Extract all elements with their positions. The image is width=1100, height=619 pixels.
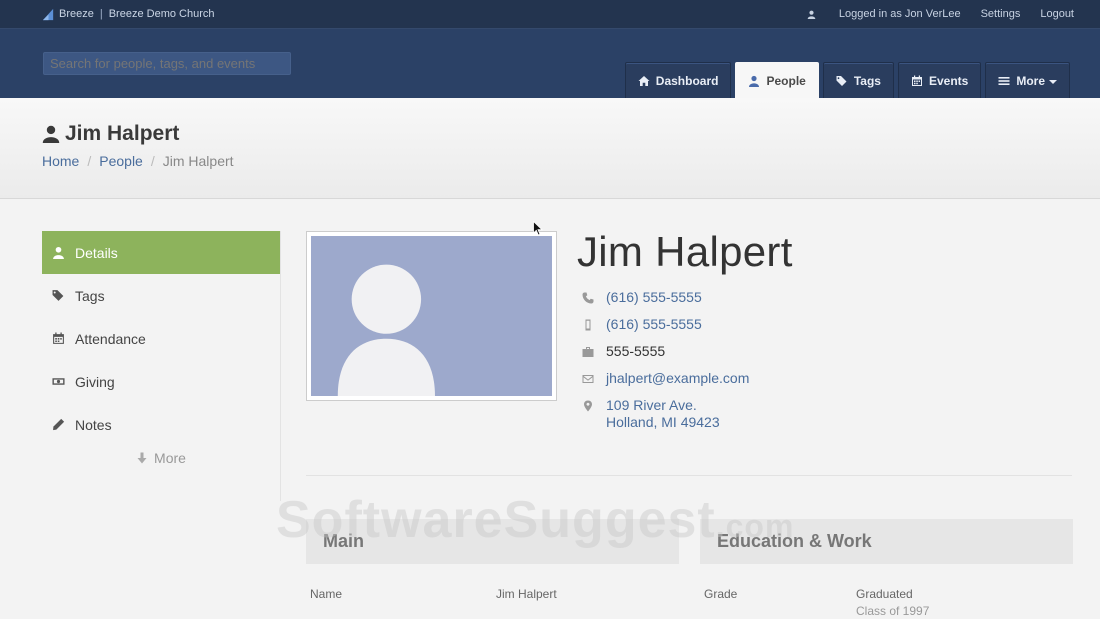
calendar-icon	[911, 75, 922, 86]
tags-icon	[836, 75, 847, 86]
sidebar-more-button[interactable]: More	[42, 450, 280, 466]
user-icon	[749, 75, 760, 87]
arrow-down-icon	[137, 452, 147, 464]
calendar-icon	[53, 332, 64, 344]
user-icon	[53, 246, 64, 259]
field-label: Name	[310, 587, 343, 601]
sidebar-item-notes[interactable]: Notes	[42, 403, 280, 446]
work-phone: 555-5555	[582, 343, 749, 370]
money-icon	[52, 378, 65, 385]
tab-tags-label: Tags	[853, 73, 881, 88]
home-phone-link[interactable]: (616) 555-5555	[606, 289, 702, 305]
brand-separator: |	[99, 8, 103, 20]
search-input[interactable]	[43, 52, 291, 75]
page-title-text: Jim Halpert	[65, 122, 180, 145]
sidebar-divider	[280, 231, 281, 501]
breadcrumb-separator: /	[150, 153, 155, 169]
email: jhalpert@example.com	[582, 370, 749, 397]
contact-info: (616) 555-5555 (616) 555-5555 555-5555 j…	[582, 289, 749, 437]
home-icon	[638, 75, 650, 86]
avatar-placeholder-icon	[311, 236, 552, 396]
watermark-suffix: .com	[715, 508, 795, 544]
tab-dashboard[interactable]: Dashboard	[624, 62, 732, 98]
sidebar-item-details[interactable]: Details	[42, 231, 280, 274]
sidebar-item-label: Notes	[75, 416, 112, 433]
work-phone-value: 555-5555	[606, 343, 666, 359]
mobile-phone-link[interactable]: (616) 555-5555	[606, 316, 702, 332]
chevron-down-icon	[1049, 79, 1057, 84]
watermark: SoftwareSuggest.com	[276, 490, 794, 550]
main-header: Dashboard People Tags Events More	[0, 28, 1100, 98]
watermark-text: SoftwareSuggest	[276, 491, 716, 549]
menu-icon	[998, 76, 1010, 85]
sidebar-more-label: More	[154, 450, 186, 466]
field-value: Jim Halpert	[496, 587, 557, 601]
pencil-icon	[53, 418, 65, 431]
logout-link[interactable]: Logout	[1040, 8, 1074, 20]
main-nav-tabs: Dashboard People Tags Events More	[621, 62, 1070, 98]
field-value: Graduated	[856, 587, 913, 601]
logged-in-label: Logged in as Jon VerLee	[838, 8, 961, 20]
briefcase-icon	[582, 347, 594, 357]
sidebar-item-giving[interactable]: Giving	[42, 360, 280, 403]
tags-icon	[52, 290, 64, 301]
sidebar-item-label: Details	[75, 244, 118, 261]
tab-events[interactable]: Events	[897, 62, 982, 98]
address-lines[interactable]: 109 River Ave. Holland, MI 49423	[606, 397, 720, 431]
tab-tags[interactable]: Tags	[822, 62, 894, 98]
tab-people-label: People	[766, 73, 806, 88]
sidebar-item-tags[interactable]: Tags	[42, 274, 280, 317]
brand-name: Breeze	[59, 8, 94, 20]
home-phone: (616) 555-5555	[582, 289, 749, 316]
tab-more[interactable]: More	[985, 62, 1070, 98]
breadcrumb-current: Jim Halpert	[162, 153, 234, 169]
user-icon	[807, 10, 816, 19]
sidebar-item-label: Tags	[75, 287, 105, 304]
sidebar-item-attendance[interactable]: Attendance	[42, 317, 280, 360]
email-link[interactable]: jhalpert@example.com	[606, 370, 749, 386]
map-marker-icon	[584, 400, 592, 412]
breadcrumb-separator: /	[87, 153, 92, 169]
address-line-1: 109 River Ave.	[606, 397, 697, 413]
address: 109 River Ave. Holland, MI 49423	[582, 397, 749, 437]
breeze-logo-icon	[42, 8, 54, 20]
user-icon	[42, 125, 60, 143]
page-title: Jim Halpert	[42, 122, 179, 146]
person-name: Jim Halpert	[577, 228, 793, 275]
profile-photo[interactable]	[306, 231, 557, 401]
brand[interactable]: Breeze | Breeze Demo Church	[42, 8, 215, 21]
logged-in-user[interactable]: Logged in as Jon VerLee	[807, 8, 961, 20]
field-label: Grade	[704, 587, 738, 601]
envelope-icon	[582, 375, 594, 383]
breadcrumb-home[interactable]: Home	[42, 153, 79, 169]
mouse-cursor-icon	[533, 221, 543, 236]
tab-dashboard-label: Dashboard	[655, 73, 719, 88]
breadcrumb: Home / People / Jim Halpert	[42, 153, 234, 169]
sidebar-item-label: Giving	[75, 373, 115, 390]
mobile-phone: (616) 555-5555	[582, 316, 749, 343]
top-links: Logged in as Jon VerLee Settings Logout	[787, 8, 1074, 20]
section-divider	[306, 475, 1072, 476]
page-title-band: Jim Halpert Home / People / Jim Halpert	[0, 98, 1100, 199]
tab-more-label: More	[1016, 73, 1045, 88]
top-utility-bar: Breeze | Breeze Demo Church Logged in as…	[0, 0, 1100, 28]
settings-link[interactable]: Settings	[981, 8, 1021, 20]
field-subvalue: Class of 1997	[856, 604, 930, 618]
address-line-2: Holland, MI 49423	[606, 414, 720, 430]
tab-events-label: Events	[928, 73, 969, 88]
tab-people[interactable]: People	[735, 62, 819, 98]
phone-icon	[582, 292, 594, 304]
sidebar-item-label: Attendance	[75, 330, 146, 347]
mobile-phone-icon	[585, 319, 591, 331]
breadcrumb-people[interactable]: People	[99, 153, 143, 169]
profile-sidebar: Details Tags Attendance Giving Notes Mor…	[42, 231, 281, 501]
org-name: Breeze Demo Church	[108, 8, 215, 20]
